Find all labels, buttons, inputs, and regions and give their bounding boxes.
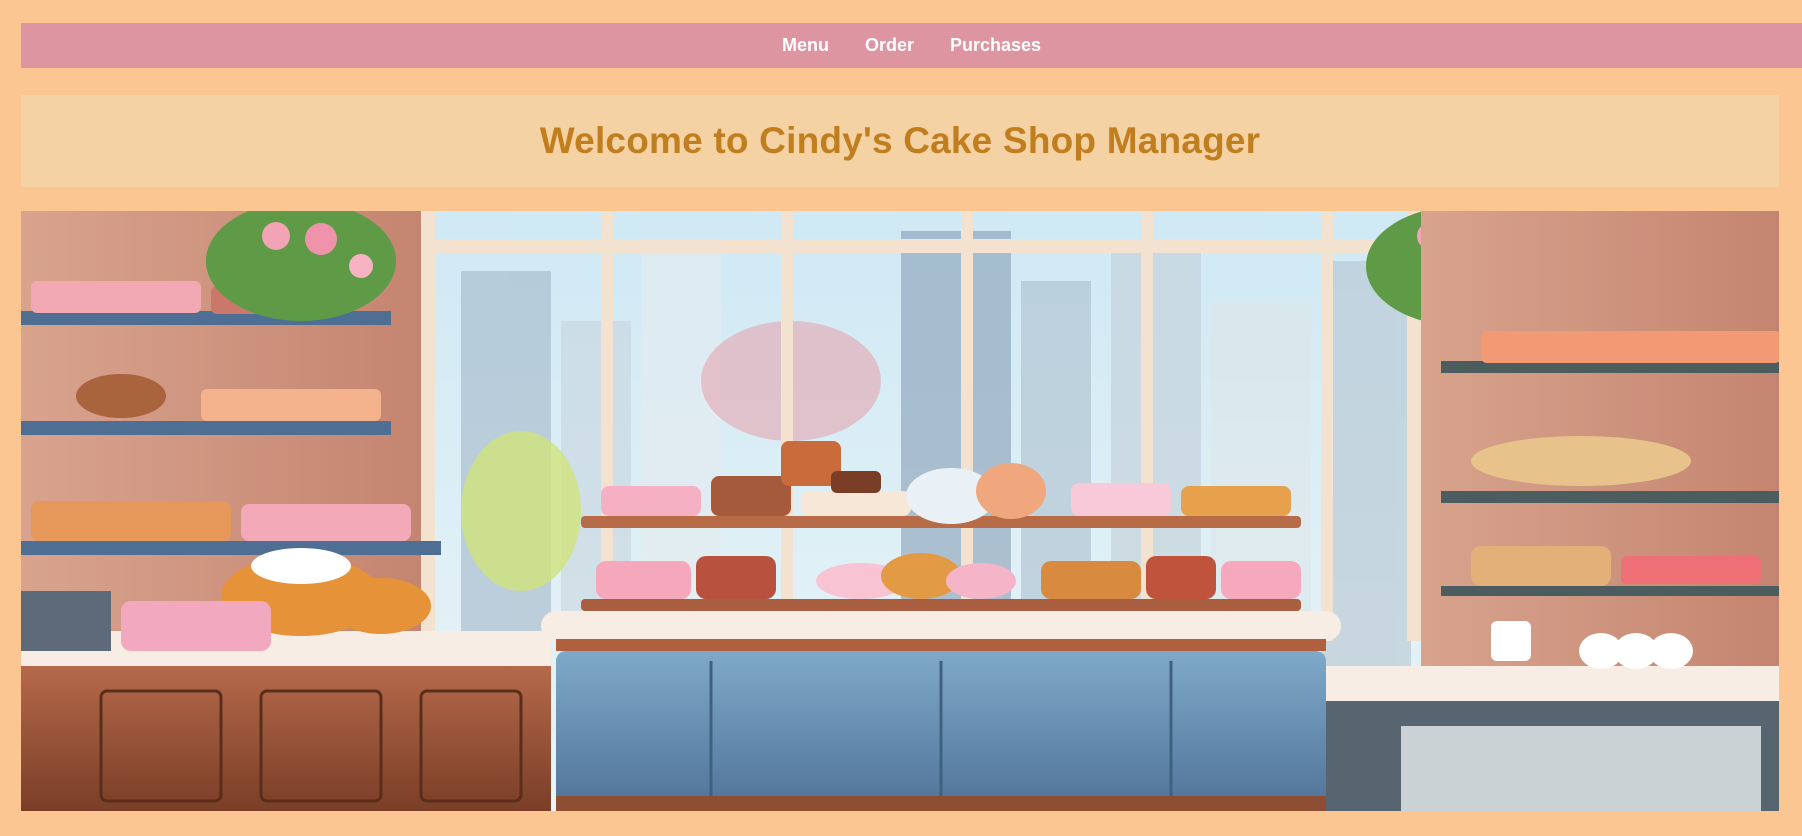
nav-link-order[interactable]: Order bbox=[865, 35, 914, 56]
top-navbar: Menu Order Purchases bbox=[21, 23, 1802, 68]
welcome-banner: Welcome to Cindy's Cake Shop Manager bbox=[21, 95, 1779, 187]
bakery-interior-illustration bbox=[21, 211, 1779, 811]
nav-link-menu[interactable]: Menu bbox=[782, 35, 829, 56]
nav-link-purchases[interactable]: Purchases bbox=[950, 35, 1041, 56]
hero-image bbox=[21, 211, 1779, 811]
page-title: Welcome to Cindy's Cake Shop Manager bbox=[539, 120, 1261, 161]
page: Menu Order Purchases Welcome to Cindy's … bbox=[0, 0, 1802, 836]
